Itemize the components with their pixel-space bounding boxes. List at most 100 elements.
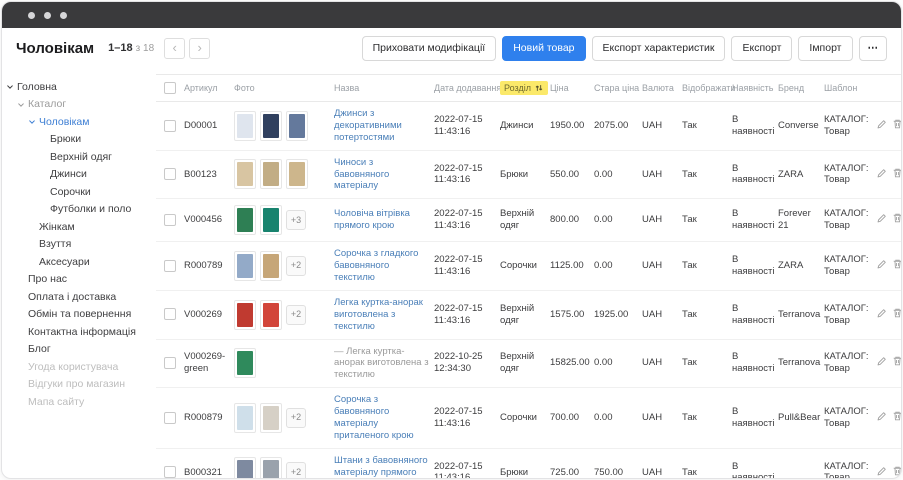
sidebar-item-3[interactable]: Брюки	[2, 131, 152, 149]
edit-icon[interactable]	[876, 308, 887, 319]
col-header-date-added[interactable]: Дата додавання	[434, 75, 500, 102]
sidebar-item-13[interactable]: Обмін та повернення	[2, 306, 152, 324]
col-header-section[interactable]: Розділ	[500, 75, 550, 102]
row-checkbox[interactable]	[164, 357, 176, 369]
sidebar-item-10[interactable]: Аксесуари	[2, 253, 152, 271]
window-control-dot[interactable]	[28, 12, 35, 19]
pagination-prev-button[interactable]: ‹	[164, 38, 185, 59]
sort-icon[interactable]	[534, 83, 544, 93]
cell-photos: +2	[234, 290, 334, 339]
col-header-photo[interactable]: Фото	[234, 75, 334, 102]
product-photo-thumbnail[interactable]	[286, 111, 308, 141]
product-name-link[interactable]: Легка куртка-анорак виготовлена з тексти…	[334, 297, 423, 332]
product-photo-thumbnail[interactable]	[260, 111, 282, 141]
product-photo-thumbnail[interactable]	[234, 300, 256, 330]
export-characteristics-button[interactable]: Експорт характеристик	[592, 36, 726, 61]
sidebar-item-4[interactable]: Верхній одяг	[2, 148, 152, 166]
col-header-sku[interactable]: Артикул	[184, 75, 234, 102]
product-name-link[interactable]: Сорочка з гладкого бавовняного текстилю	[334, 248, 418, 283]
sidebar-item-16[interactable]: Угода користувача	[2, 358, 152, 376]
more-photos-badge[interactable]: +2	[286, 256, 306, 276]
product-photo-thumbnail[interactable]	[260, 205, 282, 235]
sidebar-item-0[interactable]: Головна	[2, 78, 152, 96]
col-header-display[interactable]: Відображати	[682, 75, 732, 102]
product-photo-thumbnail[interactable]	[234, 205, 256, 235]
delete-icon[interactable]	[892, 118, 902, 130]
col-header-availability[interactable]: Наявність	[732, 75, 778, 102]
cell-photos: +3	[234, 199, 334, 242]
edit-icon[interactable]	[876, 356, 887, 367]
row-checkbox[interactable]	[164, 412, 176, 424]
col-header-name[interactable]: Назва	[334, 75, 434, 102]
row-checkbox[interactable]	[164, 466, 176, 478]
sidebar-item-14[interactable]: Контактна інформація	[2, 323, 152, 341]
row-checkbox[interactable]	[164, 214, 176, 226]
window-control-dot[interactable]	[44, 12, 51, 19]
product-photo-thumbnail[interactable]	[234, 348, 256, 378]
sidebar-item-8[interactable]: Жінкам	[2, 218, 152, 236]
new-product-button[interactable]: Новий товар	[502, 36, 585, 61]
product-photo-thumbnail[interactable]	[234, 111, 256, 141]
delete-icon[interactable]	[892, 410, 902, 422]
product-photo-thumbnail[interactable]	[234, 457, 256, 479]
col-header-price[interactable]: Ціна	[550, 75, 594, 102]
product-name-link[interactable]: Чиноси з бавовняного матеріалу	[334, 157, 389, 192]
edit-icon[interactable]	[876, 213, 887, 224]
product-photo-thumbnail[interactable]	[234, 159, 256, 189]
edit-icon[interactable]	[876, 259, 887, 270]
window-control-dot[interactable]	[60, 12, 67, 19]
product-name-link[interactable]: Сорочка з бавовняного матеріалу притален…	[334, 394, 414, 441]
product-photo-thumbnail[interactable]	[234, 403, 256, 433]
row-checkbox[interactable]	[164, 168, 176, 180]
product-name-link[interactable]: Чоловіча вітрівка прямого крою	[334, 208, 410, 231]
product-photo-thumbnail[interactable]	[234, 251, 256, 281]
more-photos-badge[interactable]: +3	[286, 210, 306, 230]
product-photo-thumbnail[interactable]	[260, 159, 282, 189]
delete-icon[interactable]	[892, 167, 902, 179]
col-header-old-price[interactable]: Стара ціна	[594, 75, 642, 102]
sidebar-item-5[interactable]: Джинси	[2, 166, 152, 184]
col-header-brand[interactable]: Бренд	[778, 75, 824, 102]
col-header-currency[interactable]: Валюта	[642, 75, 682, 102]
more-photos-badge[interactable]: +2	[286, 462, 306, 479]
more-photos-badge[interactable]: +2	[286, 305, 306, 325]
sidebar-item-11[interactable]: Про нас	[2, 271, 152, 289]
delete-icon[interactable]	[892, 212, 902, 224]
hide-modifications-button[interactable]: Приховати модифікації	[362, 36, 497, 61]
edit-icon[interactable]	[876, 466, 887, 477]
product-name-link[interactable]: — Легка куртка-анорак виготовлена з текс…	[334, 346, 429, 381]
pagination-next-button[interactable]: ›	[189, 38, 210, 59]
row-checkbox[interactable]	[164, 260, 176, 272]
more-actions-button[interactable]: ⋯	[859, 36, 888, 61]
product-name-link[interactable]: Джинси з декоративними потертостями	[334, 108, 402, 143]
sidebar-item-17[interactable]: Відгуки про магазин	[2, 376, 152, 394]
sidebar-item-15[interactable]: Блог	[2, 341, 152, 359]
product-photo-thumbnail[interactable]	[260, 300, 282, 330]
edit-icon[interactable]	[876, 168, 887, 179]
sidebar-item-2[interactable]: Чоловікам	[2, 113, 152, 131]
product-name-link[interactable]: Штани з бавовняного матеріалу прямого кр…	[334, 455, 428, 479]
export-button[interactable]: Експорт	[731, 36, 792, 61]
edit-icon[interactable]	[876, 411, 887, 422]
sidebar-item-9[interactable]: Взуття	[2, 236, 152, 254]
edit-icon[interactable]	[876, 119, 887, 130]
delete-icon[interactable]	[892, 355, 902, 367]
delete-icon[interactable]	[892, 465, 902, 477]
product-photo-thumbnail[interactable]	[260, 403, 282, 433]
select-all-checkbox[interactable]	[164, 82, 176, 94]
sidebar-item-12[interactable]: Оплата і доставка	[2, 288, 152, 306]
row-checkbox[interactable]	[164, 120, 176, 132]
delete-icon[interactable]	[892, 258, 902, 270]
import-button[interactable]: Імпорт	[798, 36, 852, 61]
row-checkbox[interactable]	[164, 308, 176, 320]
delete-icon[interactable]	[892, 307, 902, 319]
sidebar-item-7[interactable]: Футболки и поло	[2, 201, 152, 219]
sidebar-item-6[interactable]: Сорочки	[2, 183, 152, 201]
product-photo-thumbnail[interactable]	[260, 251, 282, 281]
col-header-template[interactable]: Шаблон	[824, 75, 876, 102]
product-photo-thumbnail[interactable]	[286, 159, 308, 189]
sidebar-item-18[interactable]: Мапа сайту	[2, 393, 152, 411]
sidebar-item-1[interactable]: Каталог	[2, 96, 152, 114]
product-photo-thumbnail[interactable]	[260, 457, 282, 479]
more-photos-badge[interactable]: +2	[286, 408, 306, 428]
